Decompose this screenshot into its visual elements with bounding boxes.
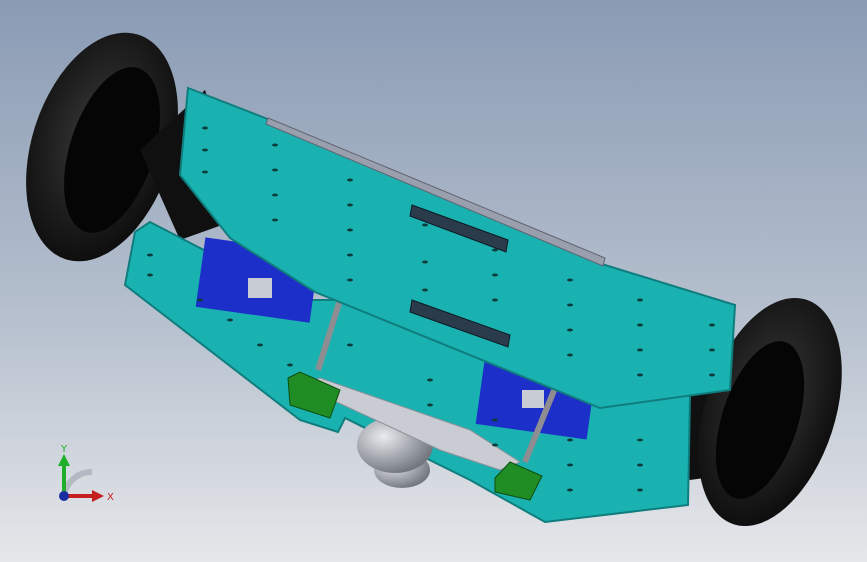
z-axis-dot (59, 491, 69, 501)
y-axis-label: Y (60, 444, 68, 455)
axis-triad: Y X (58, 444, 114, 503)
x-axis-arrow (64, 490, 104, 502)
x-axis-label: X (107, 492, 114, 503)
robot-chassis-model[interactable] (0, 0, 867, 562)
triad-arc (61, 468, 93, 497)
3d-viewport[interactable]: Y X (0, 0, 867, 562)
